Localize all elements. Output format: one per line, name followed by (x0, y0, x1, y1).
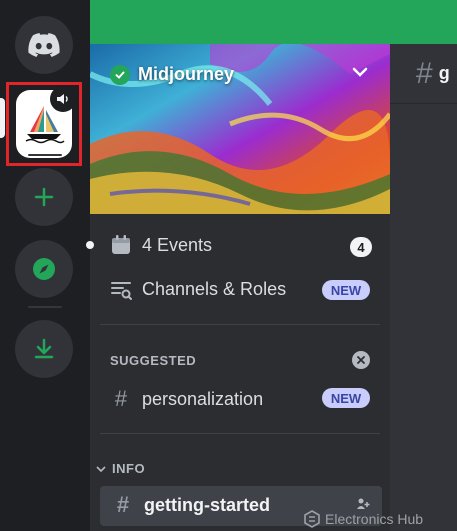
chat-header: # g (390, 44, 457, 104)
server-name-header[interactable]: Midjourney (110, 64, 234, 85)
download-apps-button[interactable] (15, 320, 73, 378)
dismiss-suggested-icon[interactable] (352, 351, 370, 369)
chat-area (390, 44, 457, 531)
new-badge: NEW (322, 388, 370, 408)
selected-server-indicator (0, 98, 5, 138)
rail-separator (28, 306, 62, 308)
channels-roles-label: Channels & Roles (142, 278, 287, 299)
speaker-icon (50, 86, 76, 112)
events-row[interactable]: 4 Events (110, 234, 212, 256)
discord-logo-icon (28, 33, 60, 57)
unread-dot (86, 241, 94, 249)
explore-servers-button[interactable] (15, 240, 73, 298)
events-label: 4 Events (142, 234, 213, 255)
info-header: INFO (112, 461, 146, 476)
info-category[interactable]: INFO (96, 461, 145, 476)
top-green-bar (90, 0, 457, 44)
discord-window: Midjourney 4 Events 4 Channels & Roles N… (0, 0, 457, 531)
download-icon (34, 338, 54, 359)
channels-roles-row[interactable]: Channels & Roles (110, 278, 286, 300)
section-divider (100, 324, 380, 325)
channel-browse-icon (111, 282, 132, 300)
chevron-down-icon[interactable] (352, 66, 368, 78)
channel-getting-started[interactable]: # getting-started (112, 492, 270, 518)
calendar-icon (112, 235, 130, 254)
electronics-hub-logo-icon (304, 510, 320, 528)
plus-icon (34, 187, 54, 207)
section-divider (100, 433, 380, 434)
compass-icon (33, 258, 55, 280)
new-badge: NEW (322, 280, 370, 300)
channel-name: personalization (142, 388, 264, 409)
watermark-text: Electronics Hub (325, 511, 424, 527)
hashtag-icon: # (114, 386, 128, 411)
hashtag-icon: # (116, 492, 130, 517)
channel-name: getting-started (144, 494, 270, 515)
discord-home-button[interactable] (15, 16, 73, 74)
server-name: Midjourney (138, 64, 235, 84)
channel-personalization[interactable]: # personalization (110, 386, 263, 412)
server-rail (0, 0, 90, 531)
watermark: Electronics Hub (303, 510, 423, 528)
hashtag-icon: # (416, 56, 433, 90)
add-server-button[interactable] (15, 168, 73, 226)
suggested-header: SUGGESTED (110, 353, 197, 368)
rail-separator (28, 154, 62, 156)
add-member-icon[interactable] (356, 497, 370, 511)
midjourney-server-button[interactable] (16, 86, 76, 158)
chevron-down-icon (96, 465, 106, 472)
channel-title: g (438, 63, 450, 83)
verified-check-icon (110, 64, 130, 85)
events-count-badge: 4 (350, 237, 372, 257)
